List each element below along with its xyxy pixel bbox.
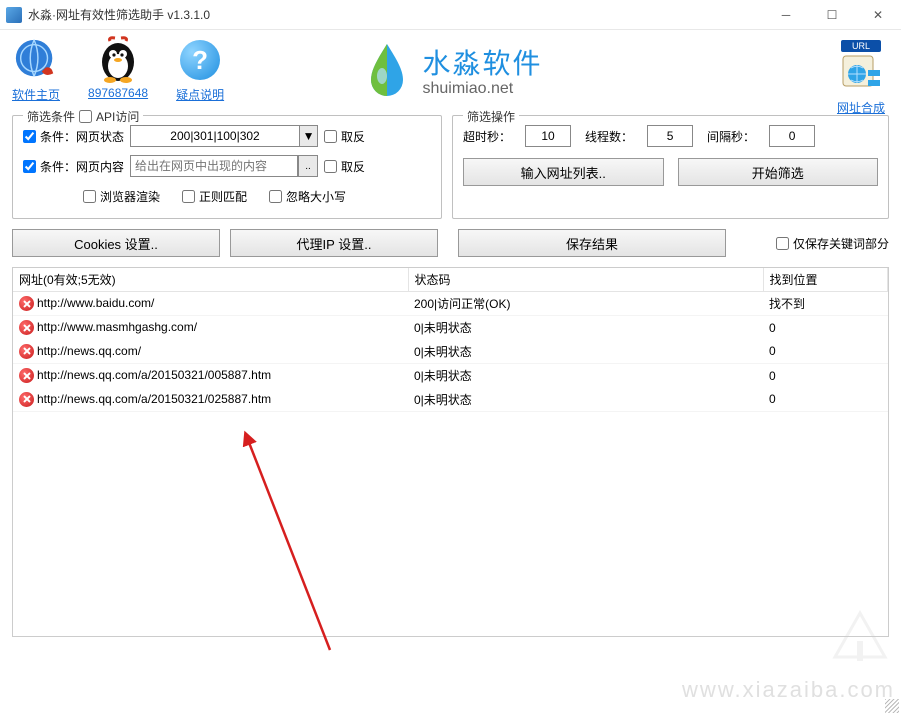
table-row[interactable]: http://news.qq.com/0|未明状态0 (13, 340, 888, 364)
api-visit-checkbox[interactable]: API访问 (79, 108, 139, 125)
row-pos: 0 (763, 388, 888, 412)
error-icon (19, 296, 34, 311)
table-row[interactable]: http://www.masmhgashg.com/0|未明状态0 (13, 316, 888, 340)
cond-pagecontent-checkbox[interactable]: 条件：网页内容 (23, 158, 124, 175)
url-compose-label: 网址合成 (837, 99, 885, 116)
row-url: http://news.qq.com/ (37, 344, 141, 358)
reverse-status-checkbox[interactable]: 取反 (324, 128, 365, 145)
toolbar: 软件主页 897687648 ? 疑点说明 水淼软件 shuimiao.net … (0, 30, 901, 111)
input-urls-button[interactable]: 输入网址列表.. (463, 158, 664, 186)
titlebar: 水淼·网址有效性筛选助手 v1.3.1.0 ─ ☐ ✕ (0, 0, 901, 30)
filter-conditions-group: 筛选条件 API访问 条件：网页状态 200|301|100|302 ▼ 取反 … (12, 115, 442, 219)
filter-cond-legend: 筛选条件 (27, 108, 75, 125)
error-icon (19, 392, 34, 407)
proxy-settings-button[interactable]: 代理IP 设置.. (230, 229, 438, 257)
penguin-icon (94, 36, 142, 84)
brand-name-cn: 水淼软件 (422, 42, 542, 82)
ignore-case-checkbox[interactable]: 忽略大小写 (269, 188, 346, 205)
row-status: 0|未明状态 (408, 388, 763, 412)
page-content-expand-button[interactable]: .. (298, 155, 318, 177)
timeout-label: 超时秒： (463, 128, 511, 145)
globe-icon (12, 36, 60, 84)
url-badge: URL (841, 40, 881, 52)
results-table[interactable]: 网址(0有效;5无效) 状态码 找到位置 http://www.baidu.co… (12, 267, 889, 637)
url-compose-icon (840, 52, 882, 97)
error-icon (19, 368, 34, 383)
save-results-button[interactable]: 保存结果 (458, 229, 726, 257)
app-icon (6, 7, 22, 23)
row-pos: 0 (763, 364, 888, 388)
table-row[interactable]: http://news.qq.com/a/20150321/025887.htm… (13, 388, 888, 412)
page-content-input[interactable] (130, 155, 298, 177)
error-icon (19, 320, 34, 335)
filter-ops-group: 筛选操作 超时秒： 线程数： 间隔秒： 输入网址列表.. 开始筛选 (452, 115, 889, 219)
brand-name-en: shuimiao.net (422, 80, 542, 98)
status-code-dropdown-button[interactable]: ▼ (300, 125, 318, 147)
help-button[interactable]: ? 疑点说明 (176, 36, 224, 103)
brand-logo: 水淼软件 shuimiao.net (358, 40, 542, 99)
row-url: http://news.qq.com/a/20150321/005887.htm (37, 368, 271, 382)
save-only-keyword-checkbox[interactable]: 仅保存关键词部分 (776, 229, 889, 257)
row-status: 0|未明状态 (408, 364, 763, 388)
resize-grip[interactable] (885, 699, 899, 713)
maximize-button[interactable]: ☐ (809, 0, 855, 30)
home-button[interactable]: 软件主页 (12, 36, 60, 103)
help-label: 疑点说明 (176, 86, 224, 103)
close-button[interactable]: ✕ (855, 0, 901, 30)
error-icon (19, 344, 34, 359)
minimize-button[interactable]: ─ (763, 0, 809, 30)
status-code-select[interactable]: 200|301|100|302 (130, 125, 300, 147)
regex-checkbox[interactable]: 正则匹配 (182, 188, 247, 205)
interval-label: 间隔秒： (707, 128, 755, 145)
browser-render-checkbox[interactable]: 浏览器渲染 (83, 188, 160, 205)
col-header-status[interactable]: 状态码 (408, 268, 763, 292)
home-label: 软件主页 (12, 86, 60, 103)
water-drop-icon (358, 40, 414, 99)
reverse-content-checkbox[interactable]: 取反 (324, 158, 365, 175)
row-url: http://www.masmhgashg.com/ (37, 320, 197, 334)
filter-ops-legend: 筛选操作 (467, 108, 515, 125)
row-url: http://news.qq.com/a/20150321/025887.htm (37, 392, 271, 406)
threads-label: 线程数： (585, 128, 633, 145)
qq-button[interactable]: 897687648 (88, 36, 148, 100)
url-compose-button[interactable]: URL 网址合成 (837, 40, 885, 116)
col-header-pos[interactable]: 找到位置 (763, 268, 888, 292)
row-status: 0|未明状态 (408, 340, 763, 364)
row-pos: 0 (763, 316, 888, 340)
help-icon: ? (176, 36, 224, 84)
watermark-text: www.xiazaiba.com (682, 677, 895, 703)
interval-input[interactable] (769, 125, 815, 147)
row-pos: 0 (763, 340, 888, 364)
window-title: 水淼·网址有效性筛选助手 v1.3.1.0 (28, 6, 763, 23)
cookies-settings-button[interactable]: Cookies 设置.. (12, 229, 220, 257)
cond-pagestatus-checkbox[interactable]: 条件：网页状态 (23, 128, 124, 145)
timeout-input[interactable] (525, 125, 571, 147)
qq-label: 897687648 (88, 86, 148, 100)
threads-input[interactable] (647, 125, 693, 147)
row-status: 200|访问正常(OK) (408, 292, 763, 316)
table-row[interactable]: http://www.baidu.com/200|访问正常(OK)找不到 (13, 292, 888, 316)
row-url: http://www.baidu.com/ (37, 296, 154, 310)
row-status: 0|未明状态 (408, 316, 763, 340)
row-pos: 找不到 (763, 292, 888, 316)
start-filter-button[interactable]: 开始筛选 (678, 158, 879, 186)
table-row[interactable]: http://news.qq.com/a/20150321/005887.htm… (13, 364, 888, 388)
col-header-url[interactable]: 网址(0有效;5无效) (13, 268, 408, 292)
